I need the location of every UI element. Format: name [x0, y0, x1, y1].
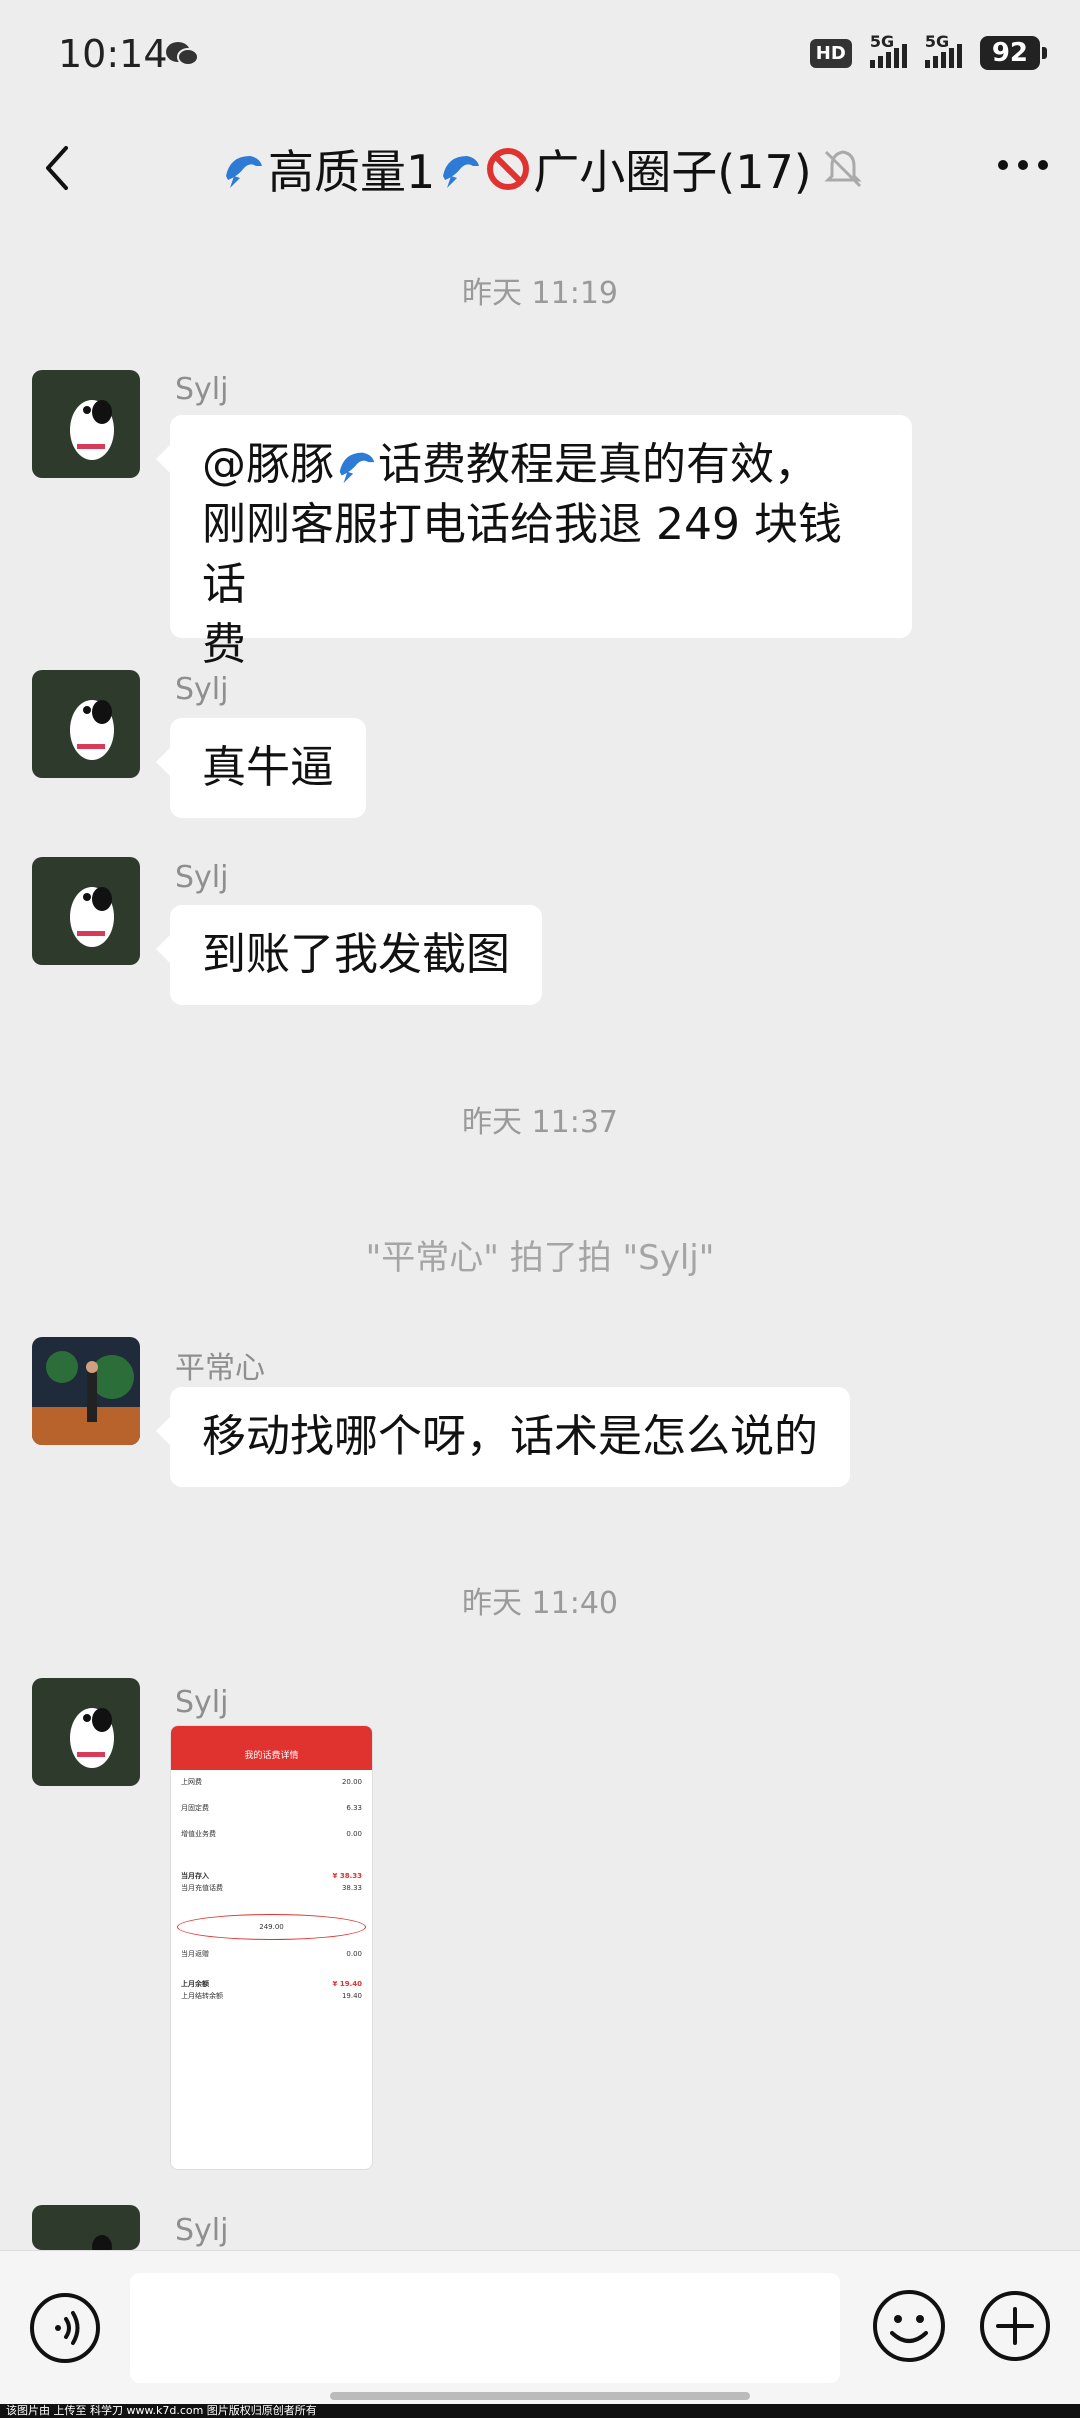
- message-input[interactable]: [130, 2273, 840, 2383]
- timestamp: 昨天 11:19: [462, 276, 618, 311]
- avatar[interactable]: [32, 857, 140, 965]
- dolphin-icon: [443, 156, 480, 188]
- emoji-icon[interactable]: [870, 2287, 948, 2365]
- wechat-icon: [166, 42, 199, 66]
- message-line: 刚刚客服打电话给我退 249 块钱话: [202, 499, 842, 610]
- screenshot-row: 当月充值话费 38.33: [181, 1884, 362, 1892]
- sender-name: Sylj: [175, 1685, 229, 1720]
- sender-name: 平常心: [175, 1351, 265, 1386]
- dolphin-icon: [226, 156, 262, 188]
- chat-title-part2: 广小圈子(17): [533, 145, 812, 199]
- sender-name: Sylj: [175, 2213, 229, 2248]
- screenshot-row: 上月结转余额 19.40: [181, 1992, 362, 2000]
- signal-icon-sim2: 5G: [924, 32, 962, 68]
- avatar[interactable]: [32, 670, 140, 778]
- battery-indicator: 92: [979, 36, 1048, 70]
- message-input-bar: [0, 2250, 1080, 2405]
- avatar[interactable]: [32, 2205, 140, 2250]
- message-bubble[interactable]: @豚豚 话费教程是真的有效， 刚刚客服打电话给我退 249 块钱话 费: [156, 415, 912, 670]
- prohibited-icon: [487, 148, 530, 190]
- screenshot-row: 当月返赠 0.00: [181, 1950, 362, 1958]
- sender-name: Sylj: [175, 860, 229, 895]
- message-bubble[interactable]: 真牛逼: [156, 718, 366, 818]
- plus-icon[interactable]: [978, 2289, 1052, 2363]
- timestamp: 昨天 11:40: [462, 1586, 618, 1621]
- dolphin-icon: [339, 452, 375, 484]
- avatar[interactable]: [32, 1678, 140, 1786]
- pat-notice: "平常心" 拍了拍 "Sylj": [365, 1238, 715, 1278]
- avatar[interactable]: [32, 1337, 140, 1445]
- status-indicators: HD 5G 5G 92: [809, 32, 1048, 70]
- voice-input-icon[interactable]: [28, 2291, 102, 2365]
- more-options-icon[interactable]: [998, 160, 1048, 170]
- screenshot-row: 月固定费 6.33: [181, 1804, 362, 1812]
- hd-badge: HD: [809, 38, 852, 68]
- chat-header: 高质量1 广小圈子(17): [0, 110, 1080, 230]
- signal-icon-sim1: 5G: [869, 32, 907, 68]
- status-bar: 10:14 HD 5G 5G 92: [0, 0, 1080, 110]
- message-line: @豚豚 话费教程是真的有效，: [202, 439, 818, 490]
- avatar[interactable]: [32, 370, 140, 478]
- chat-title: 高质量1 广小圈子(17): [220, 136, 812, 202]
- sender-name: Sylj: [175, 372, 229, 407]
- chat-title-part1: 高质量1: [268, 145, 436, 199]
- watermark-text: 该图片由 上传至 科学刀 www.k7d.com 图片版权归原创者所有: [0, 2404, 1080, 2418]
- timestamp: 昨天 11:37: [462, 1105, 618, 1140]
- back-arrow-icon[interactable]: [32, 138, 92, 198]
- sender-name: Sylj: [175, 672, 229, 707]
- screenshot-row: 当月存入 ¥ 38.33: [181, 1872, 362, 1880]
- screenshot-row: 上月余额 ¥ 19.40: [181, 1980, 362, 1988]
- status-time: 10:14: [58, 32, 168, 76]
- image-message[interactable]: 我的话费详情 上网费 20.00 月固定费 6.33 增值业务费 0.00 当月存入 ¥…: [170, 1725, 373, 2170]
- message-bubble[interactable]: 到账了我发截图: [156, 905, 542, 1005]
- screenshot-row: 增值业务费 0.00: [181, 1830, 362, 1838]
- mute-bell-icon: [824, 150, 862, 188]
- message-line: 费: [202, 619, 246, 670]
- message-bubble[interactable]: 移动找哪个呀，话术是怎么说的: [156, 1387, 850, 1487]
- screenshot-header: 我的话费详情: [171, 1726, 372, 1770]
- home-indicator[interactable]: [330, 2392, 750, 2400]
- circled-refund-amount: 249.00: [177, 1914, 366, 1940]
- screenshot-row: 上网费 20.00: [181, 1778, 362, 1786]
